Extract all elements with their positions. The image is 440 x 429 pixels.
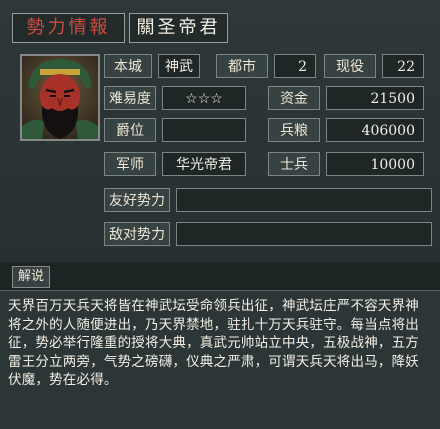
description-text: 天界百万天兵天将皆在神武坛受命领兵出征，神武坛庄严不容天界神将之外的人随便进出，… xyxy=(8,298,419,388)
allies-label: 友好势力 xyxy=(104,188,170,212)
soldiers-value: 10000 xyxy=(326,152,424,176)
difficulty-stars: ☆☆☆ xyxy=(162,86,246,110)
soldiers-label: 士兵 xyxy=(268,152,320,176)
ruler-name: 關圣帝君 xyxy=(129,13,228,43)
description-tab[interactable]: 解说 xyxy=(12,266,50,288)
allies-list xyxy=(176,188,432,212)
base-city-value: 神武 xyxy=(158,54,200,78)
cities-value: 2 xyxy=(274,54,316,78)
food-value: 406000 xyxy=(326,118,424,142)
ruler-portrait xyxy=(20,54,100,141)
faction-info-title: 勢力情報 xyxy=(12,13,125,43)
rank-value xyxy=(162,118,246,142)
officers-value: 22 xyxy=(382,54,424,78)
strategist-value: 华光帝君 xyxy=(162,152,246,176)
difficulty-label: 难易度 xyxy=(104,86,156,110)
funds-label: 资金 xyxy=(268,86,320,110)
funds-value: 21500 xyxy=(326,86,424,110)
food-label: 兵粮 xyxy=(268,118,320,142)
strategist-label: 军师 xyxy=(104,152,156,176)
rank-label: 爵位 xyxy=(104,118,156,142)
base-city-label: 本城 xyxy=(104,54,152,78)
description-box: 天界百万天兵天将皆在神武坛受命领兵出征，神武坛庄严不容天界神将之外的人随便进出，… xyxy=(0,290,440,429)
ruler-portrait-image xyxy=(22,56,98,139)
officers-label: 现役 xyxy=(324,54,376,78)
cities-label: 都市 xyxy=(216,54,268,78)
enemies-list xyxy=(176,222,432,246)
enemies-label: 敌对势力 xyxy=(104,222,170,246)
